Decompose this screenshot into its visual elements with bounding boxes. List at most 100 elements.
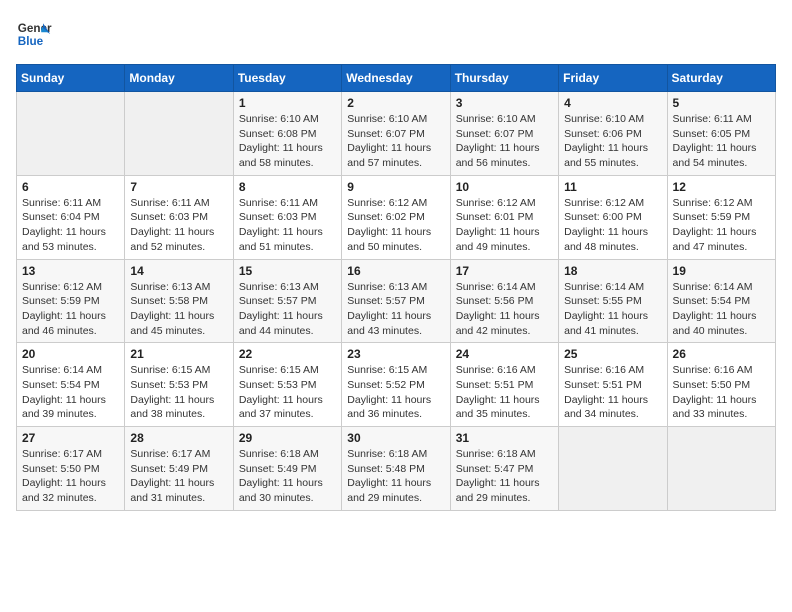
day-number: 1 — [239, 96, 336, 110]
day-number: 7 — [130, 180, 227, 194]
calendar-cell: 27Sunrise: 6:17 AMSunset: 5:50 PMDayligh… — [17, 427, 125, 511]
day-number: 16 — [347, 264, 444, 278]
day-number: 21 — [130, 347, 227, 361]
day-number: 4 — [564, 96, 661, 110]
calendar-cell: 18 Sunrise: 6:14 AMSunset: 5:55 PMDayligh… — [559, 259, 667, 343]
day-info: Sunrise: 6:18 AMSunset: 5:49 PMDaylight:… — [239, 447, 336, 506]
day-info: Sunrise: 6:15 AMSunset: 5:52 PMDaylight:… — [347, 363, 444, 422]
weekday-header-friday: Friday — [559, 65, 667, 92]
day-number: 9 — [347, 180, 444, 194]
calendar-week-row: 27Sunrise: 6:17 AMSunset: 5:50 PMDayligh… — [17, 427, 776, 511]
calendar-cell: 6Sunrise: 6:11 AMSunset: 6:04 PMDaylight… — [17, 175, 125, 259]
day-info: Sunrise: 6:16 AMSunset: 5:51 PMDaylight:… — [564, 363, 661, 422]
calendar-cell: 14 Sunrise: 6:13 AMSunset: 5:58 PMDayligh… — [125, 259, 233, 343]
day-number: 14 — [130, 264, 227, 278]
day-info: Sunrise: 6:10 AMSunset: 6:08 PMDaylight:… — [239, 112, 336, 171]
calendar-cell: 9Sunrise: 6:12 AMSunset: 6:02 PMDaylight… — [342, 175, 450, 259]
day-number: 8 — [239, 180, 336, 194]
weekday-header-row: SundayMondayTuesdayWednesdayThursdayFrid… — [17, 65, 776, 92]
calendar-cell: 31 Sunrise: 6:18 AMSunset: 5:47 PMDayligh… — [450, 427, 558, 511]
day-number: 5 — [673, 96, 770, 110]
day-info: Sunrise: 6:11 AMSunset: 6:05 PMDaylight:… — [673, 112, 770, 171]
day-info: Sunrise: 6:11 AMSunset: 6:03 PMDaylight:… — [130, 196, 227, 255]
calendar-cell: 12 Sunrise: 6:12 AMSunset: 5:59 PMDayligh… — [667, 175, 775, 259]
day-number: 23 — [347, 347, 444, 361]
day-info: Sunrise: 6:10 AMSunset: 6:06 PMDaylight:… — [564, 112, 661, 171]
day-info: Sunrise: 6:10 AMSunset: 6:07 PMDaylight:… — [347, 112, 444, 171]
day-number: 19 — [673, 264, 770, 278]
calendar-week-row: 6Sunrise: 6:11 AMSunset: 6:04 PMDaylight… — [17, 175, 776, 259]
day-number: 2 — [347, 96, 444, 110]
day-info: Sunrise: 6:16 AMSunset: 5:51 PMDaylight:… — [456, 363, 553, 422]
calendar-table: SundayMondayTuesdayWednesdayThursdayFrid… — [16, 64, 776, 511]
calendar-cell: 15 Sunrise: 6:13 AMSunset: 5:57 PMDayligh… — [233, 259, 341, 343]
day-number: 27 — [22, 431, 119, 445]
day-number: 30 — [347, 431, 444, 445]
calendar-week-row: 20Sunrise: 6:14 AMSunset: 5:54 PMDayligh… — [17, 343, 776, 427]
calendar-cell: 7 Sunrise: 6:11 AMSunset: 6:03 PMDaylight… — [125, 175, 233, 259]
day-info: Sunrise: 6:12 AMSunset: 5:59 PMDaylight:… — [22, 280, 119, 339]
day-info: Sunrise: 6:14 AMSunset: 5:55 PMDaylight:… — [564, 280, 661, 339]
calendar-cell: 19 Sunrise: 6:14 AMSunset: 5:54 PMDayligh… — [667, 259, 775, 343]
day-info: Sunrise: 6:14 AMSunset: 5:56 PMDaylight:… — [456, 280, 553, 339]
day-number: 6 — [22, 180, 119, 194]
day-info: Sunrise: 6:14 AMSunset: 5:54 PMDaylight:… — [673, 280, 770, 339]
calendar-cell: 28 Sunrise: 6:17 AMSunset: 5:49 PMDayligh… — [125, 427, 233, 511]
calendar-cell: 16 Sunrise: 6:13 AMSunset: 5:57 PMDayligh… — [342, 259, 450, 343]
day-info: Sunrise: 6:16 AMSunset: 5:50 PMDaylight:… — [673, 363, 770, 422]
calendar-week-row: 1 Sunrise: 6:10 AMSunset: 6:08 PMDaylight… — [17, 92, 776, 176]
calendar-cell: 1 Sunrise: 6:10 AMSunset: 6:08 PMDaylight… — [233, 92, 341, 176]
day-number: 13 — [22, 264, 119, 278]
day-number: 26 — [673, 347, 770, 361]
day-number: 12 — [673, 180, 770, 194]
day-number: 31 — [456, 431, 553, 445]
weekday-header-saturday: Saturday — [667, 65, 775, 92]
calendar-cell: 29 Sunrise: 6:18 AMSunset: 5:49 PMDayligh… — [233, 427, 341, 511]
day-info: Sunrise: 6:15 AMSunset: 5:53 PMDaylight:… — [239, 363, 336, 422]
day-number: 17 — [456, 264, 553, 278]
weekday-header-wednesday: Wednesday — [342, 65, 450, 92]
day-info: Sunrise: 6:12 AMSunset: 5:59 PMDaylight:… — [673, 196, 770, 255]
day-number: 18 — [564, 264, 661, 278]
logo-icon: General Blue — [16, 16, 52, 52]
day-number: 22 — [239, 347, 336, 361]
day-number: 3 — [456, 96, 553, 110]
day-number: 11 — [564, 180, 661, 194]
day-number: 15 — [239, 264, 336, 278]
svg-text:Blue: Blue — [18, 35, 44, 48]
svg-text:General: General — [18, 22, 52, 35]
calendar-cell: 4 Sunrise: 6:10 AMSunset: 6:06 PMDaylight… — [559, 92, 667, 176]
day-number: 29 — [239, 431, 336, 445]
calendar-cell: 11 Sunrise: 6:12 AMSunset: 6:00 PMDayligh… — [559, 175, 667, 259]
day-info: Sunrise: 6:13 AMSunset: 5:57 PMDaylight:… — [347, 280, 444, 339]
calendar-cell: 8Sunrise: 6:11 AMSunset: 6:03 PMDaylight… — [233, 175, 341, 259]
calendar-cell: 5 Sunrise: 6:11 AMSunset: 6:05 PMDaylight… — [667, 92, 775, 176]
day-info: Sunrise: 6:14 AMSunset: 5:54 PMDaylight:… — [22, 363, 119, 422]
calendar-cell: 2 Sunrise: 6:10 AMSunset: 6:07 PMDaylight… — [342, 92, 450, 176]
day-info: Sunrise: 6:12 AMSunset: 6:00 PMDaylight:… — [564, 196, 661, 255]
calendar-cell: 13 Sunrise: 6:12 AMSunset: 5:59 PMDayligh… — [17, 259, 125, 343]
calendar-cell: 17 Sunrise: 6:14 AMSunset: 5:56 PMDayligh… — [450, 259, 558, 343]
calendar-cell: 26 Sunrise: 6:16 AMSunset: 5:50 PMDayligh… — [667, 343, 775, 427]
day-number: 28 — [130, 431, 227, 445]
day-info: Sunrise: 6:17 AMSunset: 5:49 PMDaylight:… — [130, 447, 227, 506]
day-info: Sunrise: 6:18 AMSunset: 5:48 PMDaylight:… — [347, 447, 444, 506]
calendar-cell — [17, 92, 125, 176]
day-info: Sunrise: 6:12 AMSunset: 6:01 PMDaylight:… — [456, 196, 553, 255]
day-info: Sunrise: 6:13 AMSunset: 5:57 PMDaylight:… — [239, 280, 336, 339]
calendar-cell: 24Sunrise: 6:16 AMSunset: 5:51 PMDayligh… — [450, 343, 558, 427]
calendar-cell: 10 Sunrise: 6:12 AMSunset: 6:01 PMDayligh… — [450, 175, 558, 259]
calendar-cell: 22 Sunrise: 6:15 AMSunset: 5:53 PMDayligh… — [233, 343, 341, 427]
calendar-cell: 30 Sunrise: 6:18 AMSunset: 5:48 PMDayligh… — [342, 427, 450, 511]
calendar-cell — [667, 427, 775, 511]
day-number: 25 — [564, 347, 661, 361]
day-info: Sunrise: 6:18 AMSunset: 5:47 PMDaylight:… — [456, 447, 553, 506]
weekday-header-tuesday: Tuesday — [233, 65, 341, 92]
day-info: Sunrise: 6:15 AMSunset: 5:53 PMDaylight:… — [130, 363, 227, 422]
page-header: General Blue — [16, 16, 776, 52]
logo: General Blue — [16, 16, 52, 52]
day-info: Sunrise: 6:13 AMSunset: 5:58 PMDaylight:… — [130, 280, 227, 339]
calendar-cell: 25 Sunrise: 6:16 AMSunset: 5:51 PMDayligh… — [559, 343, 667, 427]
day-info: Sunrise: 6:10 AMSunset: 6:07 PMDaylight:… — [456, 112, 553, 171]
day-number: 10 — [456, 180, 553, 194]
